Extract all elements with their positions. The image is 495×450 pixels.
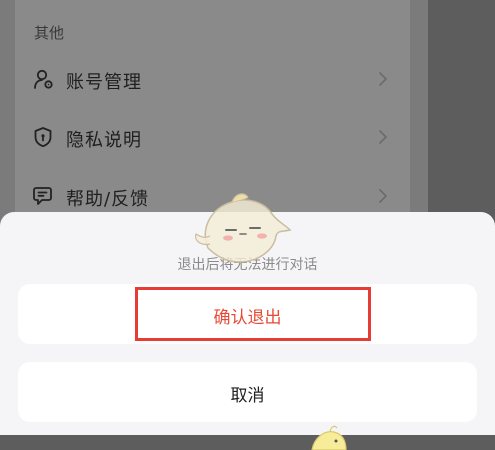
settings-item-privacy-label: 隐私说明 [66, 130, 142, 151]
cancel-label: 取消 [230, 386, 265, 406]
user-gear-icon [34, 69, 53, 89]
mascot-peek-icon [311, 425, 347, 450]
chevron-right-icon [379, 189, 387, 203]
settings-item-help[interactable]: 帮助/反馈 [30, 179, 395, 213]
highlight-box [135, 287, 371, 341]
settings-item-account-label: 账号管理 [66, 72, 142, 93]
settings-item-help-label: 帮助/反馈 [66, 189, 150, 210]
chevron-right-icon [379, 72, 387, 86]
settings-item-account[interactable]: 账号管理 [30, 62, 395, 96]
feedback-icon [33, 187, 52, 205]
shield-icon [34, 127, 52, 148]
logout-hint: 退出后将无法进行对话 [177, 257, 318, 273]
section-title-other: 其他 [34, 24, 65, 42]
chevron-right-icon [379, 130, 387, 144]
settings-item-privacy[interactable]: 隐私说明 [30, 120, 395, 154]
cancel-button[interactable]: 取消 [18, 362, 477, 422]
